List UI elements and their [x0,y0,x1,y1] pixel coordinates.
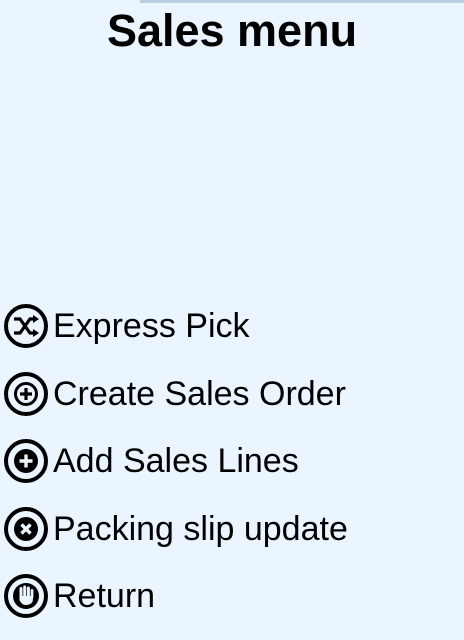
menu-item-label: Return [53,577,156,615]
plus-circle-icon [4,371,48,416]
menu-item-label: Create Sales Order [53,374,346,413]
menu-item-create-sales-order[interactable]: Create Sales Order [2,370,462,418]
x-circle-icon [4,506,48,551]
menu-item-return[interactable]: Return [2,572,462,620]
stop-hand-icon [4,574,48,618]
page-title: Sales menu [106,5,358,56]
menu-item-packing-slip-update[interactable]: Packing slip update [2,505,462,553]
shuffle-icon [4,304,48,348]
sales-menu-list: Express Pick Create Sales Order Add Sale… [2,302,462,640]
menu-item-label: Packing slip update [53,509,348,548]
menu-item-label: Express Pick [53,307,250,345]
menu-item-add-sales-lines[interactable]: Add Sales Lines [2,437,462,485]
plus-filled-icon [4,439,48,483]
menu-item-express-pick[interactable]: Express Pick [2,302,462,350]
menu-item-label: Add Sales Lines [53,442,299,480]
